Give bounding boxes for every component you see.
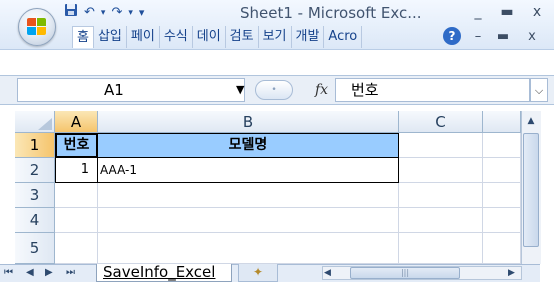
ribbon-close-button[interactable]: x [521, 26, 543, 48]
tab-formulas[interactable]: 수식 [160, 26, 193, 48]
window-title: Sheet1 - Microsoft Exc... [240, 4, 422, 22]
cell-c1[interactable] [399, 133, 483, 158]
help-icon[interactable]: ? [443, 27, 461, 45]
redo-icon[interactable]: ↷ [111, 4, 122, 22]
sheet-tab-saveinfo-excel[interactable]: SaveInfo_Excel [96, 264, 232, 282]
vertical-scroll-thumb[interactable] [523, 133, 539, 247]
column-header-d[interactable] [483, 111, 521, 133]
cell-b4[interactable] [98, 208, 399, 233]
name-box-value: A1 [104, 81, 124, 99]
column-header-b[interactable]: B [98, 111, 399, 133]
column-header-a[interactable]: A [55, 111, 98, 133]
row-header-1[interactable]: 1 [15, 133, 55, 158]
cell-a2[interactable]: 1 [55, 158, 98, 183]
cell-d1[interactable] [483, 133, 521, 158]
tab-data[interactable]: 데이 [193, 26, 226, 48]
cell-b1[interactable]: 모델명 [98, 133, 399, 158]
cell-b3[interactable] [98, 183, 399, 208]
prev-sheet-icon[interactable]: ◀ [26, 265, 34, 281]
last-sheet-icon[interactable]: ⏭ [66, 265, 75, 281]
tab-page-layout[interactable]: 페이 [127, 26, 160, 48]
tab-developer[interactable]: 개발 [292, 26, 325, 48]
row-header-2[interactable]: 2 [15, 158, 55, 183]
cell-b5[interactable] [98, 233, 399, 264]
minimize-button[interactable]: _ [465, 2, 491, 22]
cell-d4[interactable] [483, 208, 521, 233]
cell-a1[interactable]: 번호 [55, 133, 98, 158]
name-box[interactable] [17, 78, 245, 102]
maximize-button[interactable]: ▬ [494, 2, 520, 22]
tab-insert[interactable]: 삽입 [94, 26, 127, 48]
horizontal-scroll-thumb[interactable]: ||| [350, 267, 460, 279]
insert-function-button[interactable]: fx [315, 78, 328, 102]
undo-dropdown-icon[interactable]: ▾ [101, 4, 106, 22]
scroll-up-icon[interactable]: ▲ [523, 113, 539, 129]
insert-sheet-icon[interactable]: ✦ [238, 264, 278, 282]
name-box-dropdown-icon[interactable]: ▼ [236, 80, 244, 100]
cell-b2[interactable]: AAA-1 [98, 158, 399, 183]
ribbon-tabs: 홈 삽입 페이 수식 데이 검토 보기 개발 Acro [72, 26, 363, 48]
cell-d3[interactable] [483, 183, 521, 208]
expand-formula-bar-icon[interactable]: ⌵ [530, 78, 548, 102]
undo-icon[interactable]: ↶ [84, 4, 95, 22]
tab-view[interactable]: 보기 [259, 26, 292, 48]
quick-access-toolbar: ↶ ▾ ↷ ▾ ▾ [64, 4, 144, 22]
next-sheet-icon[interactable]: ▶ [45, 265, 53, 281]
cell-a5[interactable] [55, 233, 98, 264]
tab-acrobat[interactable]: Acro [324, 26, 363, 48]
cell-c2[interactable] [399, 158, 483, 183]
cell-d5[interactable] [483, 233, 521, 264]
row-header-3[interactable]: 3 [15, 183, 55, 208]
formula-content: 번호 [351, 81, 379, 99]
column-header-c[interactable]: C [399, 111, 483, 133]
tab-home[interactable]: 홈 [72, 26, 94, 48]
first-sheet-icon[interactable]: ⏮ [4, 265, 13, 281]
tab-review[interactable]: 검토 [226, 26, 259, 48]
scroll-right-icon[interactable]: ▶ [508, 266, 515, 280]
scroll-left-icon[interactable]: ◀ [324, 266, 331, 280]
ribbon-minimize-button[interactable]: – [467, 26, 489, 48]
select-all-icon [38, 118, 52, 130]
cell-c4[interactable] [399, 208, 483, 233]
cell-c5[interactable] [399, 233, 483, 264]
row-header-5[interactable]: 5 [15, 233, 55, 264]
ribbon-restore-button[interactable]: ▬ [492, 26, 514, 48]
office-logo-icon [27, 18, 47, 36]
row-header-4[interactable]: 4 [15, 208, 55, 233]
cell-c3[interactable] [399, 183, 483, 208]
redo-dropdown-icon[interactable]: ▾ [128, 4, 133, 22]
customize-qat-icon[interactable]: ▾ [139, 4, 145, 22]
close-button[interactable]: x [524, 2, 550, 22]
formula-bar-expand-circle[interactable]: • [255, 80, 293, 100]
cell-a3[interactable] [55, 183, 98, 208]
cell-a4[interactable] [55, 208, 98, 233]
save-icon[interactable] [64, 3, 78, 23]
cell-d2[interactable] [483, 158, 521, 183]
